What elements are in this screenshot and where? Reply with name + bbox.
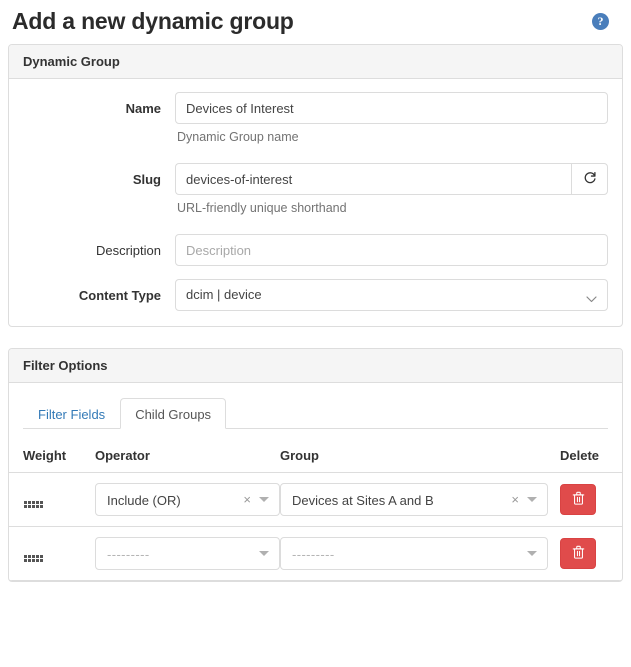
refresh-icon bbox=[583, 171, 597, 188]
group-clear-icon[interactable]: × bbox=[511, 484, 519, 515]
weight-cell bbox=[9, 527, 95, 581]
slug-regenerate-button[interactable] bbox=[571, 163, 608, 195]
description-label: Description bbox=[23, 234, 175, 261]
content-type-select-wrap: dcim | device bbox=[175, 279, 608, 311]
table-head: Weight Operator Group Delete bbox=[9, 440, 622, 473]
content-type-select[interactable]: dcim | device bbox=[175, 279, 608, 311]
drag-handle-icon[interactable] bbox=[24, 501, 43, 508]
spacer bbox=[23, 217, 608, 234]
form-group-slug: Slug URL-friendly bbox=[23, 163, 608, 217]
filter-options-panel-heading: Filter Options bbox=[9, 349, 622, 383]
content-type-label: Content Type bbox=[23, 279, 175, 306]
name-label: Name bbox=[23, 92, 175, 119]
tabs-area: Filter Fields Child Groups bbox=[9, 383, 622, 429]
spacer bbox=[23, 266, 608, 279]
form-group-description: Description bbox=[23, 234, 608, 266]
delete-cell bbox=[548, 527, 622, 581]
dynamic-group-panel: Dynamic Group Name Dynamic Group name Sl… bbox=[8, 44, 623, 327]
table-row: --------- --------- bbox=[9, 527, 622, 581]
operator-select-value: Include (OR) bbox=[96, 484, 279, 517]
slug-input[interactable] bbox=[175, 163, 571, 195]
trash-icon bbox=[572, 491, 585, 508]
child-groups-table: Weight Operator Group Delete Include bbox=[9, 440, 622, 581]
group-select-value: --------- bbox=[281, 538, 547, 571]
description-input[interactable] bbox=[175, 234, 608, 266]
column-header-weight: Weight bbox=[9, 440, 95, 473]
tab-child-groups[interactable]: Child Groups bbox=[120, 398, 226, 429]
page-header: Add a new dynamic group ? bbox=[8, 0, 623, 44]
delete-cell bbox=[548, 473, 622, 527]
name-field-wrap: Dynamic Group name bbox=[175, 92, 608, 146]
slug-field-wrap: URL-friendly unique shorthand bbox=[175, 163, 608, 217]
table-row: Include (OR) × Devices at Sites A and B … bbox=[9, 473, 622, 527]
table-body: Include (OR) × Devices at Sites A and B … bbox=[9, 473, 622, 581]
slug-label: Slug bbox=[23, 163, 175, 190]
delete-row-button[interactable] bbox=[560, 484, 596, 515]
trash-icon bbox=[572, 545, 585, 562]
operator-select-value: --------- bbox=[96, 538, 279, 571]
operator-select[interactable]: Include (OR) × bbox=[95, 483, 280, 516]
spacer bbox=[23, 146, 608, 163]
group-select[interactable]: Devices at Sites A and B × bbox=[280, 483, 548, 516]
group-cell: Devices at Sites A and B × bbox=[280, 473, 548, 527]
slug-help-text: URL-friendly unique shorthand bbox=[175, 195, 608, 217]
column-header-operator: Operator bbox=[95, 440, 280, 473]
content-type-field-wrap: dcim | device bbox=[175, 279, 608, 311]
filter-options-tabs: Filter Fields Child Groups bbox=[23, 397, 608, 429]
column-header-delete: Delete bbox=[548, 440, 622, 473]
page-title: Add a new dynamic group bbox=[12, 6, 623, 36]
delete-row-button[interactable] bbox=[560, 538, 596, 569]
operator-cell: --------- bbox=[95, 527, 280, 581]
form-group-content-type: Content Type dcim | device bbox=[23, 279, 608, 311]
operator-cell: Include (OR) × bbox=[95, 473, 280, 527]
drag-handle-icon[interactable] bbox=[24, 555, 43, 562]
operator-clear-icon[interactable]: × bbox=[243, 484, 251, 515]
operator-select[interactable]: --------- bbox=[95, 537, 280, 570]
filter-options-panel: Filter Options Filter Fields Child Group… bbox=[8, 348, 623, 582]
dynamic-group-panel-body: Name Dynamic Group name Slug bbox=[9, 79, 622, 326]
group-select-value: Devices at Sites A and B bbox=[281, 484, 547, 517]
group-cell: --------- bbox=[280, 527, 548, 581]
weight-cell bbox=[9, 473, 95, 527]
form-group-name: Name Dynamic Group name bbox=[23, 92, 608, 146]
description-field-wrap bbox=[175, 234, 608, 266]
table-header-row: Weight Operator Group Delete bbox=[9, 440, 622, 473]
column-header-group: Group bbox=[280, 440, 548, 473]
name-input[interactable] bbox=[175, 92, 608, 124]
name-help-text: Dynamic Group name bbox=[175, 124, 608, 146]
tab-filter-fields[interactable]: Filter Fields bbox=[23, 398, 120, 429]
dynamic-group-panel-heading: Dynamic Group bbox=[9, 45, 622, 79]
group-select[interactable]: --------- bbox=[280, 537, 548, 570]
page-root: Add a new dynamic group ? Dynamic Group … bbox=[0, 0, 631, 667]
slug-input-group bbox=[175, 163, 608, 195]
help-icon[interactable]: ? bbox=[592, 13, 609, 30]
